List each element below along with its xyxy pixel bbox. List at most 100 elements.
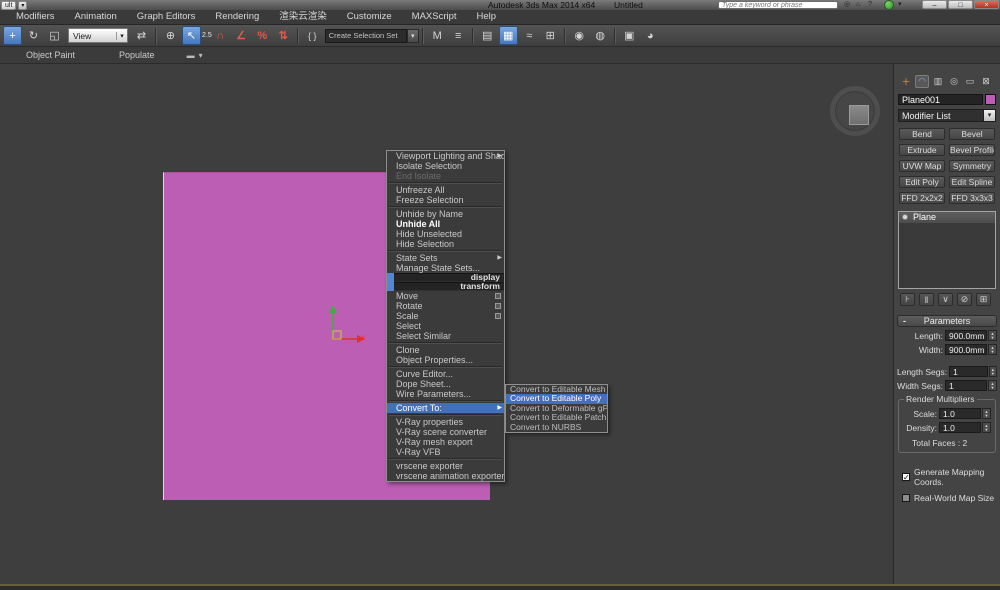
select-and-manipulate-button[interactable]: ⊕ — [161, 26, 180, 45]
quad-item-clone[interactable]: Clone — [387, 345, 504, 355]
modifier-button-uvw-map[interactable]: UVW Map — [899, 160, 945, 172]
modifier-button-extrude[interactable]: Extrude — [899, 144, 945, 156]
submenu-convert-editable-patch[interactable]: Convert to Editable Patch — [506, 413, 607, 422]
viewcube-top-face[interactable] — [849, 105, 869, 125]
ribbon-minimize-dropdown-icon[interactable]: ▾ — [199, 51, 203, 60]
modifier-button-bevel[interactable]: Bevel — [949, 128, 995, 140]
width-spinner[interactable]: ▲▼ — [988, 344, 997, 355]
modifier-button-bevel-profile[interactable]: Bevel Profile — [949, 144, 995, 156]
modifier-button-edit-poly[interactable]: Edit Poly — [899, 176, 945, 188]
close-button[interactable]: × — [974, 0, 999, 9]
spinner-snap-button[interactable]: ⇅ — [274, 26, 293, 45]
quad-item-hide-unselected[interactable]: Hide Unselected — [387, 229, 504, 239]
remove-modifier-icon[interactable]: ⊘ — [957, 293, 972, 306]
minimize-button[interactable]: – — [922, 0, 947, 9]
width-segs-input[interactable]: 1 — [945, 380, 987, 391]
menu-modifiers[interactable]: Modifiers — [6, 10, 65, 24]
signin-icon[interactable]: ⌂ — [856, 0, 860, 10]
quad-item-unfreeze-all[interactable]: Unfreeze All — [387, 185, 504, 195]
quick-access-dropdown-icon[interactable]: ▾ — [18, 1, 27, 10]
menu-rendering[interactable]: Rendering — [205, 10, 269, 24]
quad-item-move[interactable]: Move — [387, 291, 504, 301]
tab-display-icon[interactable]: ▭ — [963, 75, 977, 88]
settings-box-icon[interactable] — [495, 293, 501, 299]
tab-hierarchy-icon[interactable]: ▥ — [931, 75, 945, 88]
ribbon-minimize-icon[interactable]: ▬ — [187, 51, 195, 60]
render-setup-button[interactable]: ◍ — [591, 26, 610, 45]
settings-box-icon[interactable] — [495, 313, 501, 319]
stack-item-plane[interactable]: Plane — [899, 212, 995, 223]
quad-item-vray-mesh-export[interactable]: V-Ray mesh export — [387, 437, 504, 447]
quad-item-rotate[interactable]: Rotate — [387, 301, 504, 311]
length-input[interactable]: 900.0mm — [945, 330, 987, 341]
generate-mapping-checkbox[interactable]: ✓ — [902, 473, 910, 481]
parameters-rollout-header[interactable]: - Parameters — [897, 315, 997, 327]
tab-utilities-icon[interactable]: ⊠ — [979, 75, 993, 88]
snaps-toggle-button[interactable]: ∩ — [211, 26, 230, 45]
make-unique-icon[interactable]: ∨ — [938, 293, 953, 306]
submenu-convert-nurbs[interactable]: Convert to NURBS — [506, 423, 607, 432]
tab-motion-icon[interactable]: ◎ — [947, 75, 961, 88]
quad-item-dope-sheet[interactable]: Dope Sheet... — [387, 379, 504, 389]
rotate-button[interactable]: ↻ — [24, 26, 43, 45]
select-and-move-button[interactable]: + — [3, 26, 22, 45]
settings-box-icon[interactable] — [495, 303, 501, 309]
quad-item-freeze-selection[interactable]: Freeze Selection — [387, 195, 504, 205]
quad-item-object-properties[interactable]: Object Properties... — [387, 355, 504, 365]
quad-item-vrscene-animation-exporter[interactable]: vrscene animation exporter — [387, 471, 504, 481]
transform-gizmo[interactable]: x — [315, 299, 375, 354]
quad-item-viewport-lighting[interactable]: Viewport Lighting and Shadows▶ — [387, 151, 504, 161]
curve-editor-button[interactable]: ≈ — [520, 26, 539, 45]
density-input[interactable]: 1.0 — [939, 422, 981, 433]
configure-modifier-sets-icon[interactable]: ⊞ — [976, 293, 991, 306]
align-button[interactable]: ≡ — [449, 26, 468, 45]
quad-item-wire-parameters[interactable]: Wire Parameters... — [387, 389, 504, 399]
quad-item-select[interactable]: Select — [387, 321, 504, 331]
quad-item-curve-editor[interactable]: Curve Editor... — [387, 369, 504, 379]
length-segs-spinner[interactable]: ▲▼ — [989, 366, 997, 377]
help-icon[interactable]: ? — [868, 0, 872, 10]
search-icon[interactable]: ◎ — [844, 0, 850, 10]
length-segs-input[interactable]: 1 — [949, 366, 988, 377]
lightbulb-icon[interactable] — [902, 214, 908, 220]
scale-button[interactable]: ◱ — [45, 26, 64, 45]
quad-header-transform[interactable]: transform — [387, 282, 504, 291]
reference-coordinate-dropdown[interactable]: View ▾ — [68, 28, 128, 43]
ribbon-tab-populate[interactable]: Populate — [119, 50, 155, 60]
infocenter-dropdown-icon[interactable]: ▾ — [898, 0, 902, 10]
restore-button[interactable]: □ — [948, 0, 973, 9]
chevron-down-icon[interactable]: ▾ — [983, 110, 995, 121]
modifier-list-dropdown[interactable]: Modifier List ▾ — [898, 109, 996, 122]
quad-item-vray-scene-converter[interactable]: V-Ray scene converter — [387, 427, 504, 437]
quad-item-unhide-by-name[interactable]: Unhide by Name — [387, 209, 504, 219]
quick-access-button[interactable]: ult — [1, 1, 16, 10]
width-input[interactable]: 900.0mm — [945, 344, 987, 355]
density-spinner[interactable]: ▲▼ — [982, 422, 991, 433]
ribbon-toggle-button[interactable]: ▦ — [499, 26, 518, 45]
modifier-button-bend[interactable]: Bend — [899, 128, 945, 140]
viewcube[interactable] — [830, 86, 880, 136]
search-input[interactable] — [718, 1, 838, 9]
modifier-button-ffd-3x3x3[interactable]: FFD 3x3x3 — [949, 192, 995, 204]
chevron-down-icon[interactable]: ▾ — [116, 32, 127, 40]
modifier-button-ffd-2x2x2[interactable]: FFD 2x2x2 — [899, 192, 945, 204]
rendered-frame-window-button[interactable]: ▣ — [620, 26, 639, 45]
modifier-button-symmetry[interactable]: Symmetry — [949, 160, 995, 172]
layer-manager-button[interactable]: ▤ — [478, 26, 497, 45]
quad-item-select-similar[interactable]: Select Similar — [387, 331, 504, 341]
width-segs-spinner[interactable]: ▲▼ — [988, 380, 997, 391]
length-spinner[interactable]: ▲▼ — [988, 330, 997, 341]
modifier-button-edit-spline[interactable]: Edit Spline — [949, 176, 995, 188]
object-name-field[interactable]: Plane001 — [898, 94, 983, 105]
submenu-convert-editable-poly[interactable]: Convert to Editable Poly — [506, 394, 607, 403]
menu-animation[interactable]: Animation — [65, 10, 127, 24]
quad-item-unhide-all[interactable]: Unhide All — [387, 219, 504, 229]
quad-item-state-sets[interactable]: State Sets▶ — [387, 253, 504, 263]
quad-item-convert-to[interactable]: Convert To:▶ — [387, 403, 504, 413]
tab-create-icon[interactable]: ＋ — [899, 75, 913, 88]
menu-cloud-render[interactable]: 渲染云渲染 — [269, 10, 337, 24]
percent-snap-button[interactable]: % — [253, 26, 272, 45]
object-color-swatch[interactable] — [985, 94, 996, 105]
menu-maxscript[interactable]: MAXScript — [402, 10, 467, 24]
show-end-result-icon[interactable]: ‖ — [919, 293, 934, 306]
